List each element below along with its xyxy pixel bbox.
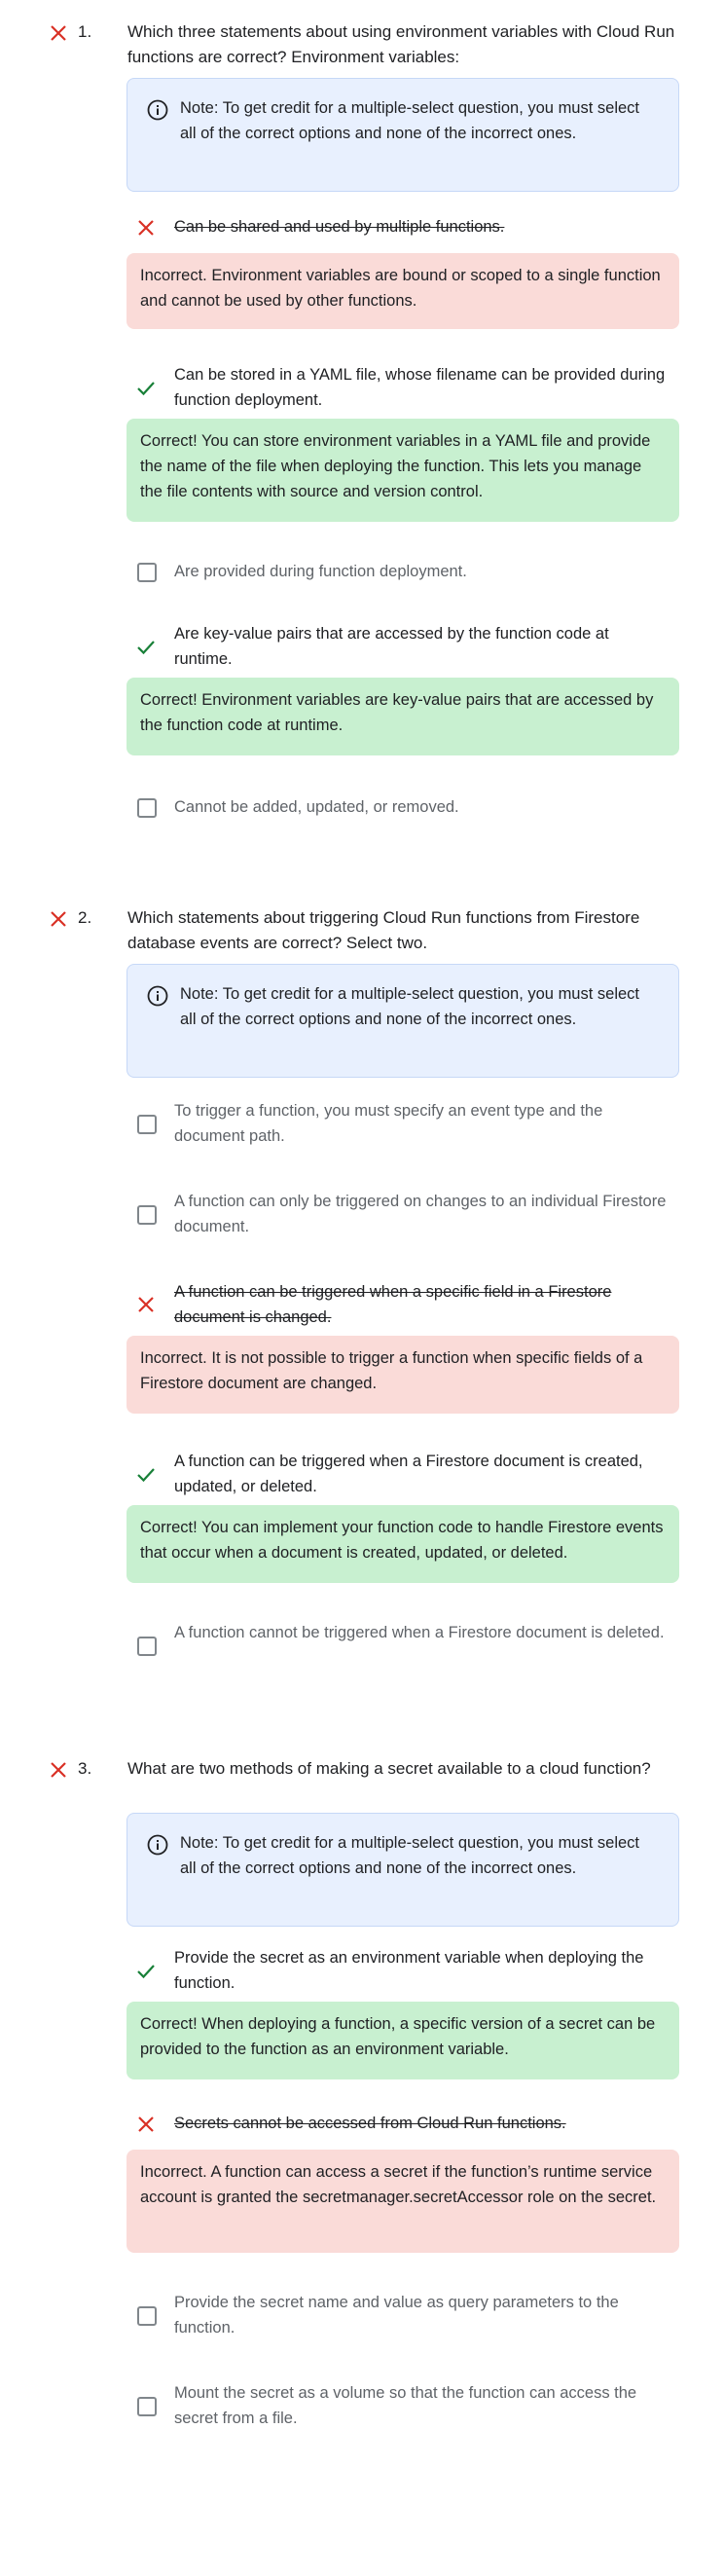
feedback-incorrect: Incorrect. Environment variables are bou…	[127, 253, 679, 329]
checkbox[interactable]	[137, 563, 157, 582]
info-icon	[147, 1834, 168, 1856]
note-text: Note: To get credit for a multiple-selec…	[180, 985, 640, 1028]
option-unselected[interactable]: To trigger a function, you must specify …	[127, 1098, 679, 1153]
option-text: Can be shared and used by multiple funct…	[174, 218, 505, 236]
checkbox[interactable]	[137, 2306, 157, 2326]
option-text: Are key-value pairs that are accessed by…	[174, 625, 609, 668]
correct-check-icon	[137, 1965, 155, 1979]
feedback-incorrect: Incorrect. A function can access a secre…	[127, 2150, 679, 2253]
info-icon	[147, 985, 168, 1007]
option-correct-selected[interactable]: Are key-value pairs that are accessed by…	[127, 621, 679, 676]
checkbox[interactable]	[137, 1637, 157, 1656]
question-text: Which three statements about using envir…	[127, 22, 675, 66]
option-unselected[interactable]: A function can only be triggered on chan…	[127, 1189, 679, 1243]
feedback-correct: Correct! You can store environment varia…	[127, 419, 679, 522]
option-unselected[interactable]: Are provided during function deployment.	[127, 559, 679, 588]
option-text: A function cannot be triggered when a Fi…	[174, 1624, 665, 1641]
question-header: 2. Which statements about triggering Clo…	[49, 905, 681, 964]
option-text: A function can be triggered when a Fires…	[174, 1453, 643, 1495]
option-unselected[interactable]: Mount the secret as a volume so that the…	[127, 2380, 679, 2435]
note-text: Note: To get credit for a multiple-selec…	[180, 99, 640, 142]
question-2: 2. Which statements about triggering Clo…	[0, 905, 724, 1684]
option-text: Mount the secret as a volume so that the…	[174, 2384, 637, 2427]
note-text: Note: To get credit for a multiple-selec…	[180, 1834, 640, 1877]
option-text: Secrets cannot be accessed from Cloud Ru…	[174, 2115, 566, 2132]
option-incorrect-selected[interactable]: Secrets cannot be accessed from Cloud Ru…	[127, 2111, 679, 2140]
checkbox[interactable]	[137, 798, 157, 818]
option-text: Can be stored in a YAML file, whose file…	[174, 366, 666, 409]
quiz-results-page: 1. Which three statements about using en…	[0, 0, 724, 2576]
correct-check-icon	[137, 1468, 155, 1483]
option-incorrect-selected[interactable]: A function can be triggered when a speci…	[127, 1279, 679, 1334]
question-text: Which statements about triggering Cloud …	[127, 908, 640, 952]
option-correct-selected[interactable]: Provide the secret as an environment var…	[127, 1945, 679, 2000]
question-header: 3. What are two methods of making a secr…	[49, 1756, 681, 1815]
feedback-incorrect: Incorrect. It is not possible to trigger…	[127, 1336, 679, 1414]
option-text: A function can be triggered when a speci…	[174, 1283, 612, 1326]
option-unselected[interactable]: A function cannot be triggered when a Fi…	[127, 1620, 679, 1674]
option-incorrect-selected[interactable]: Can be shared and used by multiple funct…	[127, 214, 679, 243]
question-text: What are two methods of making a secret …	[127, 1759, 651, 1778]
feedback-correct: Correct! You can implement your function…	[127, 1505, 679, 1583]
option-text: Cannot be added, updated, or removed.	[174, 798, 459, 816]
checkbox[interactable]	[137, 1205, 157, 1225]
multi-select-note: Note: To get credit for a multiple-selec…	[127, 78, 679, 192]
option-correct-selected[interactable]: A function can be triggered when a Fires…	[127, 1449, 679, 1503]
option-unselected[interactable]: Cannot be added, updated, or removed.	[127, 794, 679, 824]
info-icon	[147, 99, 168, 121]
multi-select-note: Note: To get credit for a multiple-selec…	[127, 964, 679, 1078]
incorrect-x-icon	[138, 1297, 154, 1312]
option-text: To trigger a function, you must specify …	[174, 1102, 603, 1145]
option-text: Are provided during function deployment.	[174, 563, 467, 580]
incorrect-x-icon	[51, 1762, 66, 1778]
option-text: Provide the secret name and value as que…	[174, 2294, 619, 2337]
correct-check-icon	[137, 382, 155, 396]
question-header: 1. Which three statements about using en…	[49, 19, 681, 78]
option-correct-selected[interactable]: Can be stored in a YAML file, whose file…	[127, 362, 679, 417]
question-number: 2.	[78, 908, 92, 927]
correct-check-icon	[137, 641, 155, 655]
option-unselected[interactable]: Provide the secret name and value as que…	[127, 2290, 679, 2344]
feedback-correct: Correct! Environment variables are key-v…	[127, 678, 679, 755]
question-1: 1. Which three statements about using en…	[0, 19, 724, 857]
incorrect-x-icon	[51, 911, 66, 927]
incorrect-x-icon	[138, 220, 154, 236]
option-text: A function can only be triggered on chan…	[174, 1193, 667, 1235]
incorrect-x-icon	[138, 2116, 154, 2132]
question-3: 3. What are two methods of making a secr…	[0, 1756, 724, 2457]
question-number: 3.	[78, 1759, 92, 1778]
incorrect-x-icon	[51, 25, 66, 41]
checkbox[interactable]	[137, 1115, 157, 1134]
checkbox[interactable]	[137, 2397, 157, 2416]
feedback-correct: Correct! When deploying a function, a sp…	[127, 2002, 679, 2079]
option-text: Provide the secret as an environment var…	[174, 1949, 644, 1992]
question-number: 1.	[78, 22, 92, 41]
multi-select-note: Note: To get credit for a multiple-selec…	[127, 1813, 679, 1927]
